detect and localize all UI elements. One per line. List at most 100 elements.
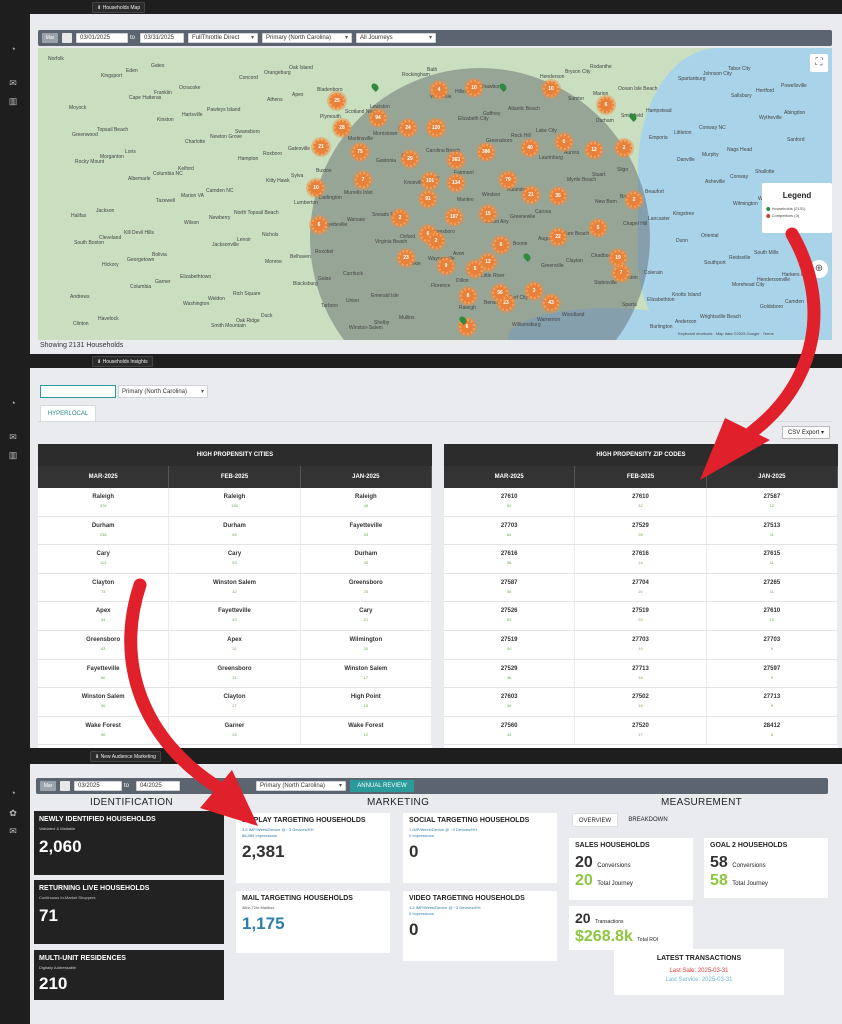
table-cell: 27520 17 <box>575 716 707 745</box>
household-cluster[interactable]: 2 <box>392 210 408 226</box>
household-pin[interactable] <box>370 82 380 92</box>
table-cell: Raleigh 48 <box>301 488 432 516</box>
household-cluster[interactable]: 29 <box>402 151 418 167</box>
palette-icon[interactable]: ◔ <box>6 788 20 798</box>
month-button[interactable]: Mar <box>42 33 58 43</box>
household-cluster[interactable]: 28 <box>334 120 350 136</box>
table-cell: Durham 33 <box>301 545 432 573</box>
table-cell: Apex 64 <box>38 602 170 630</box>
region-select[interactable]: Primary (North Carolina) <box>262 33 352 43</box>
city-label: Wrightsville Beach <box>700 314 742 320</box>
household-cluster[interactable]: 15 <box>480 206 496 222</box>
journey-select[interactable]: All Journeys <box>356 33 436 43</box>
household-cluster[interactable]: 79 <box>500 172 516 188</box>
household-cluster[interactable]: 363 <box>448 152 464 168</box>
household-cluster[interactable]: 12 <box>586 142 602 158</box>
tab-breakdown[interactable]: BREAKDOWN <box>622 813 674 827</box>
chart-icon[interactable]: ▥ <box>6 96 20 106</box>
pan-control[interactable]: ⊕ <box>810 260 828 278</box>
household-cluster[interactable]: 101 <box>422 173 438 189</box>
household-cluster[interactable]: 75 <box>352 144 368 160</box>
mail-icon[interactable]: ✉ <box>6 826 20 836</box>
table-cell: 27526 53 <box>444 602 576 630</box>
household-cluster[interactable]: 24 <box>400 120 416 136</box>
tab-hyperlocal[interactable]: HYPERLOCAL <box>40 405 96 421</box>
household-cluster[interactable]: 21 <box>523 187 539 203</box>
start-date-input[interactable]: 03/01/2025 <box>76 33 128 43</box>
table-row: Fayetteville 60 Greensboro 31 Winston Salem 1… <box>38 659 432 689</box>
cell-count: 50 <box>506 645 512 651</box>
household-cluster[interactable]: 10 <box>543 81 559 97</box>
end-date-input[interactable]: 04/2025 <box>136 781 180 791</box>
household-cluster[interactable]: 386 <box>478 144 494 160</box>
palette-icon[interactable]: ◔ <box>6 398 20 408</box>
roi-value: $268.8k <box>575 928 633 945</box>
household-cluster[interactable]: 5 <box>590 220 606 236</box>
tab-overview[interactable]: OVERVIEW <box>572 813 618 827</box>
household-cluster[interactable]: 43 <box>543 295 559 311</box>
palette-icon[interactable]: ◔ <box>6 44 20 54</box>
calendar-icon[interactable] <box>62 33 72 43</box>
table-row: Durham 238 Durham 64 Fayetteville 33 <box>38 516 432 546</box>
city-label: Topsail Beach <box>97 127 129 133</box>
households-insights-download[interactable]: ⬇ Households Insights <box>92 356 153 367</box>
end-date-input[interactable]: 03/31/2025 <box>140 33 184 43</box>
city-label: Rockingham <box>402 72 430 78</box>
household-cluster[interactable]: 107 <box>446 209 462 225</box>
fullscreen-button[interactable]: ⛶ <box>810 54 828 72</box>
calendar-icon[interactable] <box>60 781 70 791</box>
side-rail-2: ◔ ✉ ▥ <box>0 354 30 748</box>
region-select[interactable]: Primary (North Carolina) <box>256 781 346 791</box>
gear-icon[interactable]: ✿ <box>6 808 20 818</box>
household-cluster[interactable]: 120 <box>428 120 444 136</box>
city-label: Kill Devil Hills <box>124 230 155 236</box>
household-cluster[interactable]: 7 <box>613 265 629 281</box>
household-cluster[interactable]: 35 <box>550 188 566 204</box>
campaign-select[interactable]: FullThrottle Direct <box>188 33 258 43</box>
household-cluster[interactable]: 19 <box>610 250 626 266</box>
keyboard-shortcuts-link[interactable]: Keyboard shortcuts <box>678 331 712 336</box>
last-sale: Last Sale: 2025-03-31 <box>669 968 729 974</box>
household-cluster[interactable]: 6 <box>493 237 509 253</box>
household-cluster[interactable]: 40 <box>522 140 538 156</box>
csv-export-button[interactable]: CSV Export ▾ <box>782 426 830 439</box>
household-cluster[interactable]: 6 <box>598 97 614 113</box>
household-cluster[interactable]: 2 <box>616 140 632 156</box>
city-label: Camden <box>785 299 804 305</box>
household-cluster[interactable]: 10 <box>466 80 482 96</box>
insights-search-input[interactable] <box>40 385 116 398</box>
mail-icon[interactable]: ✉ <box>6 78 20 88</box>
household-cluster[interactable]: 5 <box>467 261 483 277</box>
household-cluster[interactable]: 7 <box>355 172 371 188</box>
household-cluster[interactable]: 22 <box>550 229 566 245</box>
household-cluster[interactable]: 134 <box>448 175 464 191</box>
household-cluster[interactable]: 6 <box>556 134 572 150</box>
household-cluster[interactable]: 9 <box>438 258 454 274</box>
household-cluster[interactable]: 25 <box>329 93 345 109</box>
household-cluster[interactable]: 23 <box>398 250 414 266</box>
household-cluster[interactable]: 56 <box>492 285 508 301</box>
household-cluster[interactable]: 4 <box>431 82 447 98</box>
households-map[interactable]: Norfolk Charlotte Fayetteville Raleigh Durha… <box>38 48 832 340</box>
household-cluster[interactable]: 10 <box>308 180 324 196</box>
household-cluster[interactable]: 91 <box>420 191 436 207</box>
household-cluster[interactable]: 8 <box>460 288 476 304</box>
chart-icon[interactable]: ▥ <box>6 450 20 460</box>
new-audience-marketing-download[interactable]: ⬇ New Audience Marketing <box>90 751 161 762</box>
city-label: Concord <box>239 75 258 81</box>
household-cluster[interactable]: 6 <box>311 217 327 233</box>
annual-review-button[interactable]: ANNUAL REVIEW <box>350 780 414 792</box>
month-button[interactable]: Mar <box>40 781 56 791</box>
household-cluster[interactable]: 94 <box>370 110 386 126</box>
household-cluster[interactable]: 21 <box>313 139 329 155</box>
household-cluster[interactable]: 2 <box>626 192 642 208</box>
terms-link[interactable]: Terms <box>763 331 774 336</box>
conversions-value: 58 <box>710 854 728 871</box>
household-cluster[interactable]: 2 <box>428 233 444 249</box>
mail-icon[interactable]: ✉ <box>6 432 20 442</box>
insights-region-select[interactable]: Primary (North Carolina) <box>118 385 208 398</box>
households-map-download[interactable]: ⬇ Households Map <box>92 2 146 13</box>
start-date-input[interactable]: 03/2025 <box>74 781 122 791</box>
conversions-label: Conversions <box>597 863 631 869</box>
household-cluster[interactable]: 3 <box>526 283 542 299</box>
